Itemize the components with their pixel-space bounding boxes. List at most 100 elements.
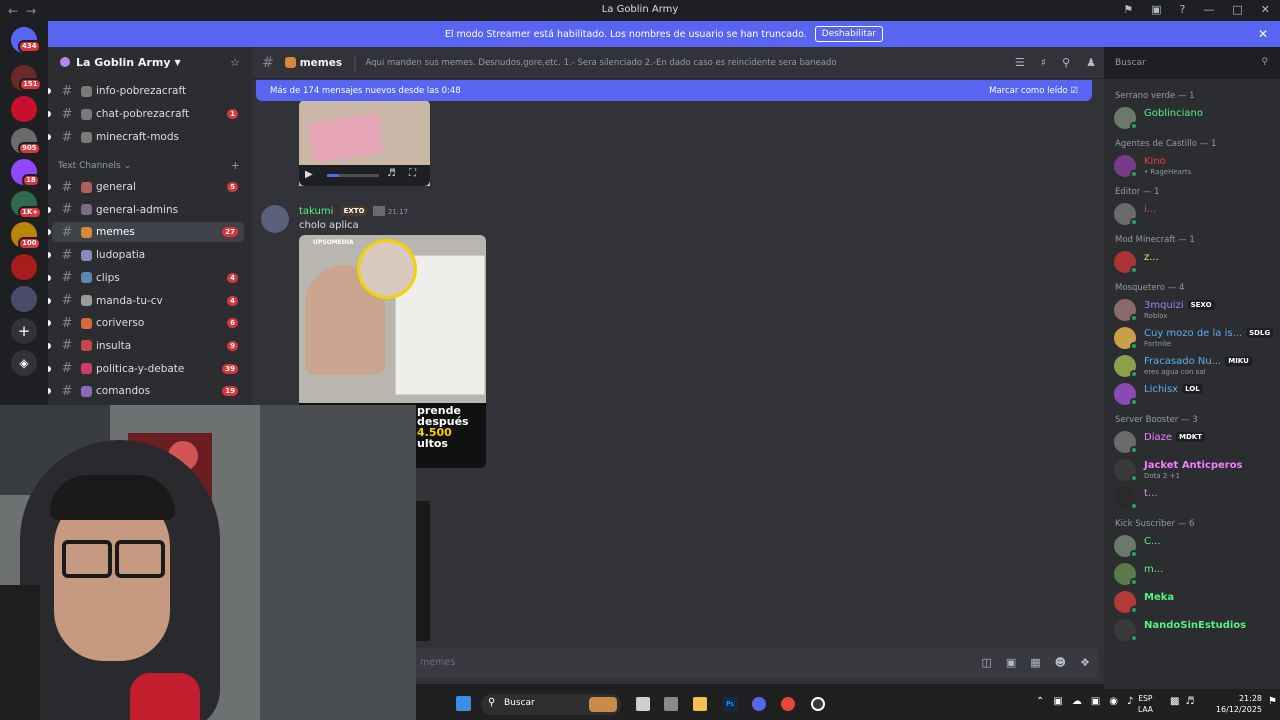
tray-icon[interactable]: ▣ (1091, 696, 1100, 707)
search-input[interactable]: Buscar ⚲ (1108, 53, 1274, 73)
sticker-icon[interactable]: ▦ (1030, 656, 1040, 669)
language-indicator[interactable]: ESP LAA (1138, 693, 1153, 715)
chrome-icon[interactable] (781, 697, 795, 711)
clock[interactable]: 21:28 16/12/2025 (1192, 693, 1262, 715)
cloud-icon[interactable]: ☁ (1072, 696, 1082, 707)
members-icon[interactable]: ♟ (1086, 56, 1096, 69)
fullscreen-icon[interactable]: ⛶ (409, 168, 416, 179)
taskbar-search-label: Buscar (504, 698, 535, 708)
server-icon[interactable] (11, 96, 37, 122)
pin-icon[interactable]: ⚲ (1062, 56, 1070, 69)
obs-icon[interactable] (811, 697, 825, 711)
apps-icon[interactable]: ❖ (1080, 656, 1090, 669)
channel-info-pobrezacraft[interactable]: # info-pobrezacraft (48, 81, 244, 101)
add-channel-icon[interactable]: + (231, 159, 240, 172)
add-user-icon[interactable]: ☆ (230, 56, 240, 69)
member-item[interactable]: i... (1114, 201, 1280, 227)
server-icon[interactable] (11, 286, 37, 312)
member-item[interactable]: Meka (1114, 589, 1280, 615)
channel-coriverso[interactable]: # coriverso 6 (48, 313, 244, 333)
microphone-icon[interactable]: ♪ (1127, 696, 1133, 707)
member-item[interactable]: Goblinciano (1114, 105, 1280, 131)
member-item[interactable]: C... (1114, 533, 1280, 559)
guild-header[interactable]: La Goblin Army ▼ ☆ (48, 47, 252, 77)
tray-icon[interactable]: ◉ (1109, 696, 1118, 707)
tray-icon[interactable]: ▣ (1053, 696, 1062, 707)
gif-icon[interactable]: ▣ (1006, 656, 1016, 669)
volume-icon[interactable]: ♬ (387, 168, 396, 179)
gift-icon[interactable]: ◫ (981, 656, 991, 669)
member-name: i... (1144, 204, 1157, 215)
glasses-left-picture (62, 540, 112, 578)
category-header[interactable]: Text Channels ⌄ (58, 161, 131, 171)
inbox-icon[interactable]: ⚑ (1123, 3, 1133, 16)
photoshop-icon[interactable]: Ps (723, 697, 737, 711)
task-view-icon[interactable] (636, 697, 650, 711)
member-item[interactable]: NandoSinEstudios (1114, 617, 1280, 643)
play-icon[interactable]: ▶ (305, 169, 313, 180)
discover-icon[interactable]: ◈ (11, 350, 37, 376)
network-icon[interactable]: ▩ (1170, 696, 1179, 707)
home-badge: 434 (18, 40, 41, 53)
minimize-button[interactable]: — (1203, 3, 1214, 16)
maximize-button[interactable]: □ (1232, 3, 1242, 16)
channel-ludopatia[interactable]: # ludopatia (48, 245, 244, 265)
avatar[interactable] (261, 205, 289, 233)
channel-general-admins[interactable]: # general-admins (48, 200, 244, 220)
mute-icon[interactable]: ♯ (1041, 56, 1046, 69)
channel-label: comandos (96, 385, 151, 398)
notification-bell-icon[interactable]: ⚑ (1268, 696, 1277, 707)
notifications-icon[interactable]: ▣ (1151, 3, 1161, 16)
author-name[interactable]: takumi (299, 206, 333, 217)
member-item[interactable]: t... (1114, 485, 1280, 511)
chat-header: # memes | Aqui manden sus memes. Desnudo… (252, 47, 1104, 79)
member-name: Diaze (1144, 432, 1173, 443)
status-indicator (1130, 502, 1138, 510)
channel-comandos[interactable]: # comandos 19 (48, 381, 244, 401)
status-indicator (1130, 606, 1138, 614)
member-item[interactable]: z... (1114, 249, 1280, 275)
server-icon[interactable] (11, 254, 37, 280)
member-activity: Roblox (1144, 312, 1168, 320)
channel-minecraft-mods[interactable]: # minecraft-mods (48, 127, 244, 147)
video-progress[interactable] (327, 174, 379, 177)
threads-icon[interactable]: ☰ (1015, 56, 1025, 69)
help-icon[interactable]: ? (1180, 3, 1186, 16)
discord-icon[interactable] (752, 697, 766, 711)
mark-read-button[interactable]: Marcar como leído (989, 86, 1068, 96)
close-button[interactable]: ✕ (1261, 3, 1270, 16)
message-input[interactable]: memes ◫ ▣ ▦ ☻ ❖ (410, 648, 1098, 678)
channel-chat-pobrezacraft[interactable]: # chat-pobrezacraft 1 (48, 104, 244, 124)
hash-icon: # (61, 338, 73, 354)
channel-clips[interactable]: # clips 4 (48, 268, 244, 288)
channel-insulta[interactable]: # insulta 9 (48, 336, 244, 356)
chevron-down-icon[interactable]: ▼ (175, 58, 181, 67)
member-item[interactable]: m... (1114, 561, 1280, 587)
channel-topic[interactable]: Aqui manden sus memes. Desnudos,gore,etc… (366, 58, 837, 68)
add-server-icon[interactable]: + (11, 318, 37, 344)
next-attachment[interactable] (416, 501, 430, 641)
taskbar-search[interactable]: ⚲ Buscar (481, 694, 621, 715)
member-item[interactable]: Cuy mozo de la is... SDLG Fortnite (1114, 325, 1280, 351)
channel-memes[interactable]: # memes 27 (48, 222, 244, 243)
channel-general[interactable]: # general 5 (48, 177, 244, 197)
new-messages-bar[interactable]: Más de 174 mensajes nuevos desde las 0:4… (256, 80, 1092, 101)
member-item[interactable]: Fracasado Nu... MIKU eres agua con sal (1114, 353, 1280, 379)
channel-politica-y-debate[interactable]: # politica-y-debate 39 (48, 359, 244, 379)
app-icon[interactable] (664, 697, 678, 711)
close-icon[interactable]: ✕ (1258, 27, 1268, 41)
member-item[interactable]: 3mquizi SEXO Roblox (1114, 297, 1280, 323)
mark-read-icon: ☑ (1070, 85, 1078, 96)
member-item[interactable]: Diaze MDKT (1114, 429, 1280, 455)
disable-button[interactable]: Deshabilitar (814, 26, 884, 42)
start-icon[interactable] (456, 696, 471, 711)
channel-label: clips (96, 271, 120, 284)
emoji-icon[interactable]: ☻ (1055, 656, 1066, 669)
member-item[interactable]: Lichisx LOL (1114, 381, 1280, 407)
member-item[interactable]: Kino • RageHearts (1114, 153, 1280, 179)
unread-indicator (48, 252, 51, 259)
member-item[interactable]: Jacket Anticperos Dota 2 +1 (1114, 457, 1280, 483)
channel-manda-tu-cv[interactable]: # manda-tu-cv 4 (48, 291, 244, 311)
chevron-up-icon[interactable]: ⌃ (1036, 696, 1044, 707)
file-explorer-icon[interactable] (693, 697, 707, 711)
